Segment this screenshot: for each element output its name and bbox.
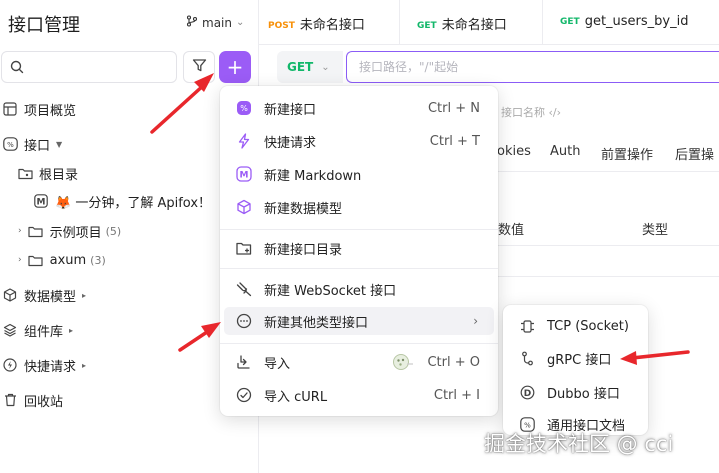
grpc-icon	[519, 350, 535, 366]
folder-icon	[28, 223, 44, 239]
dubbo-icon: D	[519, 384, 535, 400]
add-button[interactable]: +	[219, 51, 251, 83]
menu-divider	[220, 229, 498, 230]
import-icon	[236, 354, 252, 370]
menu-item-new-data-model[interactable]: 新建数据模型	[224, 193, 494, 221]
nav-data-models[interactable]: 数据模型 ▸	[2, 283, 86, 307]
tab-post-processors[interactable]: 后置操	[675, 144, 714, 163]
filter-button[interactable]	[183, 51, 215, 83]
code-icon: ‹/›	[548, 106, 562, 119]
api-new-icon: %	[236, 100, 252, 116]
params-header	[498, 208, 719, 246]
search-icon	[10, 60, 24, 74]
new-item-menu: % 新建接口 Ctrl + N 快捷请求 Ctrl + T M 新建 Markd…	[220, 86, 498, 416]
svg-text:%: %	[240, 104, 248, 113]
search-box[interactable]	[1, 51, 177, 83]
chevron-down-icon: ⌄	[321, 61, 330, 73]
svg-text:D: D	[523, 389, 530, 399]
menu-item-quick-request[interactable]: 快捷请求 Ctrl + T	[224, 127, 494, 155]
menu-item-new-websocket[interactable]: 新建 WebSocket 接口	[224, 275, 494, 303]
submenu-item-dubbo[interactable]: D Dubbo 接口	[507, 378, 644, 406]
api-icon: %	[2, 136, 18, 152]
tab-divider	[399, 0, 400, 45]
tab-get-users-by-id[interactable]: GET get_users_by_id	[560, 14, 688, 29]
caret-right-icon: ▸	[69, 325, 74, 335]
method-select[interactable]: GET ⌄	[277, 51, 343, 83]
menu-item-new-markdown[interactable]: M 新建 Markdown	[224, 160, 494, 188]
branch-name: main	[202, 15, 232, 30]
menu-item-new-api[interactable]: % 新建接口 Ctrl + N	[224, 94, 494, 122]
caret-right-icon: ▸	[82, 360, 87, 370]
menu-item-import[interactable]: 导入 Ctrl + O	[224, 348, 494, 376]
tcp-icon	[519, 318, 535, 334]
svg-text:%: %	[7, 141, 14, 149]
bolt-icon	[236, 133, 252, 149]
url-input[interactable]: 接口路径，"/"起始	[346, 51, 719, 83]
folder-root-icon	[17, 165, 33, 181]
menu-divider	[220, 268, 498, 269]
websocket-icon	[236, 281, 252, 297]
submenu-item-tcp[interactable]: TCP (Socket)	[507, 312, 644, 340]
tab-pre-processors[interactable]: 前置操作	[601, 144, 653, 163]
nav-root-folder[interactable]: 根目录	[17, 161, 78, 185]
branch-icon	[186, 15, 198, 30]
column-type: 类型	[642, 223, 669, 238]
menu-item-new-other-types[interactable]: 新建其他类型接口 ›	[224, 307, 494, 335]
nav-components[interactable]: 组件库 ▸	[2, 318, 73, 342]
submenu-item-grpc[interactable]: gRPC 接口	[507, 344, 644, 372]
menu-item-new-folder[interactable]: 新建接口目录	[224, 234, 494, 262]
chevron-down-icon: ⌄	[235, 17, 245, 28]
chevron-right-icon: ›	[18, 255, 22, 265]
search-input[interactable]	[32, 58, 172, 76]
menu-divider	[220, 343, 498, 344]
api-name-field[interactable]: 接口名称 ‹/›	[497, 104, 561, 120]
caret-down-icon: ▼	[56, 139, 63, 149]
chevron-right-icon: ›	[473, 314, 478, 328]
markdown-icon: M	[236, 166, 252, 182]
tab-bar: POST 未命名接口 GET 未命名接口 GET get_users_by_id	[259, 0, 719, 45]
menu-item-import-curl[interactable]: 导入 cURL Ctrl + I	[224, 381, 494, 409]
nav-project-overview[interactable]: 项目概览	[2, 97, 76, 121]
tab-auth[interactable]: Auth	[550, 144, 580, 159]
divider	[498, 276, 719, 277]
tab-post-unnamed[interactable]: POST 未命名接口	[268, 14, 365, 33]
nav-quick-request[interactable]: 快捷请求 ▸	[2, 353, 86, 377]
trash-icon	[2, 392, 18, 408]
tab-get-unnamed[interactable]: GET 未命名接口	[417, 14, 507, 33]
divider	[498, 171, 719, 172]
nav-intro-doc[interactable]: M 🦊 一分钟，了解 Apifox！	[33, 189, 211, 213]
folder-add-icon	[236, 240, 252, 256]
caret-right-icon: ▸	[82, 290, 87, 300]
svg-text:M: M	[240, 171, 249, 181]
filter-icon	[192, 58, 207, 77]
curl-icon	[236, 387, 252, 403]
tab-divider	[542, 0, 543, 45]
project-icon	[2, 101, 18, 117]
nav-trash[interactable]: 回收站	[2, 388, 63, 412]
tab-cookies[interactable]: okies	[497, 144, 531, 159]
chevron-right-icon: ›	[18, 226, 22, 236]
nav-folder-axum[interactable]: › axum (3)	[18, 248, 106, 272]
app-title: 接口管理	[8, 15, 80, 36]
branch-selector[interactable]: main ⌄	[186, 15, 244, 30]
loading-sticker-icon	[392, 353, 414, 375]
more-circle-icon	[236, 313, 252, 329]
nav-api[interactable]: % 接口 ▼	[2, 132, 62, 156]
folder-icon	[28, 252, 44, 268]
layers-icon	[2, 322, 18, 338]
other-types-submenu: TCP (Socket) gRPC 接口 D Dubbo 接口 % 通用接口文档	[503, 305, 648, 435]
watermark: 掘金技术社区 @ cci	[484, 432, 674, 456]
bolt-icon	[2, 357, 18, 373]
markdown-icon: M	[33, 193, 49, 209]
cube-icon	[2, 287, 18, 303]
nav-folder-examples[interactable]: › 示例项目 (5)	[18, 219, 121, 243]
column-value: 数值	[498, 223, 525, 238]
svg-text:M: M	[37, 198, 46, 208]
cube-icon	[236, 199, 252, 215]
